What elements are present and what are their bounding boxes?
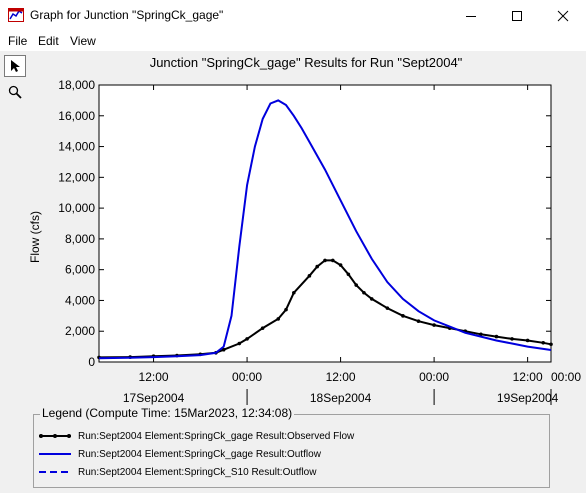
- select-tool-button[interactable]: [4, 55, 26, 77]
- y-tick-label: 18,000: [58, 78, 95, 92]
- data-point: [276, 317, 281, 321]
- data-point: [385, 306, 390, 310]
- menu-edit[interactable]: Edit: [38, 34, 59, 48]
- data-point: [237, 341, 242, 346]
- data-point: [284, 307, 288, 312]
- flow-chart[interactable]: Junction "SpringCk_gage" Results for Run…: [28, 51, 586, 405]
- y-tick-label: 10,000: [58, 201, 95, 215]
- data-point: [354, 283, 358, 287]
- graph-app-icon: [8, 8, 24, 22]
- data-point: [525, 338, 530, 343]
- y-tick-label: 16,000: [58, 109, 95, 123]
- data-point: [260, 326, 265, 330]
- data-point: [432, 323, 436, 327]
- close-button[interactable]: [540, 0, 586, 31]
- y-tick-label: 4,000: [65, 293, 95, 307]
- data-point: [416, 319, 421, 324]
- legend-entry-s10-outflow[interactable]: Run:Sept2004 Element:SpringCk_S10 Result…: [38, 464, 316, 480]
- maximize-button[interactable]: [494, 0, 540, 31]
- maximize-icon: [512, 10, 522, 21]
- y-tick-label: 12,000: [58, 170, 95, 184]
- data-point: [330, 258, 335, 263]
- menu-file[interactable]: File: [8, 34, 27, 48]
- data-point: [401, 314, 405, 318]
- legend-entry-observed[interactable]: Run:Sept2004 Element:SpringCk_gage Resul…: [38, 428, 354, 444]
- data-point: [292, 290, 296, 295]
- legend-label: Run:Sept2004 Element:SpringCk_S10 Result…: [78, 466, 317, 478]
- menu-view[interactable]: View: [70, 34, 96, 48]
- data-point: [510, 337, 514, 341]
- title-bar[interactable]: Graph for Junction "SpringCk_gage": [0, 0, 586, 31]
- legend-entry-outflow[interactable]: Run:Sept2004 Element:SpringCk_gage Resul…: [38, 446, 321, 462]
- window-title: Graph for Junction "SpringCk_gage": [30, 8, 224, 22]
- zoom-magnifier-icon: [8, 85, 22, 99]
- y-tick-label: 14,000: [58, 140, 95, 154]
- chart-panel: Junction "SpringCk_gage" Results for Run…: [28, 51, 586, 405]
- legend-swatch-s10: [39, 471, 71, 473]
- x-day-label: 17Sep2004: [123, 391, 185, 405]
- close-icon: [557, 10, 569, 21]
- x-tick-label: 12:00: [139, 370, 169, 384]
- legend-swatch-outflow: [39, 453, 71, 455]
- legend-swatch-observed: [39, 434, 71, 438]
- legend-title: Legend (Compute Time: 15Mar2023, 12:34:0…: [40, 406, 295, 420]
- data-point: [541, 340, 546, 345]
- x-tick-label: 12:00: [513, 370, 543, 384]
- y-tick-label: 6,000: [65, 263, 95, 277]
- x-tick-label: 12:00: [326, 370, 356, 384]
- graph-toolbar: [0, 51, 30, 493]
- chart-title: Junction "SpringCk_gage" Results for Run…: [150, 55, 463, 70]
- x-tick-label: 00:00: [232, 370, 262, 384]
- zoom-tool-button[interactable]: [4, 81, 26, 103]
- menu-bar: File Edit View: [0, 31, 586, 51]
- y-tick-label: 8,000: [65, 232, 95, 246]
- pointer-arrow-icon: [11, 60, 20, 72]
- data-point: [494, 334, 499, 339]
- y-tick-label: 2,000: [65, 324, 95, 338]
- x-day-label: 18Sep2004: [310, 391, 372, 405]
- plot-area: [98, 84, 552, 363]
- x-tick-label: 00:00: [551, 370, 581, 384]
- legend-label: Run:Sept2004 Element:SpringCk_gage Resul…: [78, 430, 355, 442]
- data-point: [307, 274, 312, 278]
- legend-label: Run:Sept2004 Element:SpringCk_gage Resul…: [78, 448, 321, 460]
- y-tick-label: 0: [88, 355, 95, 369]
- data-point: [245, 337, 249, 341]
- data-point: [338, 263, 343, 267]
- y-axis-label: Flow (cfs): [30, 211, 42, 263]
- data-point: [549, 342, 553, 347]
- data-point: [369, 297, 374, 301]
- data-point: [323, 258, 327, 263]
- data-point: [362, 290, 366, 295]
- data-point: [315, 264, 320, 269]
- minimize-icon: [466, 15, 476, 17]
- x-day-label: 19Sep2004: [497, 391, 559, 405]
- minimize-button[interactable]: [448, 0, 494, 31]
- data-point: [346, 272, 351, 277]
- x-tick-label: 00:00: [419, 370, 449, 384]
